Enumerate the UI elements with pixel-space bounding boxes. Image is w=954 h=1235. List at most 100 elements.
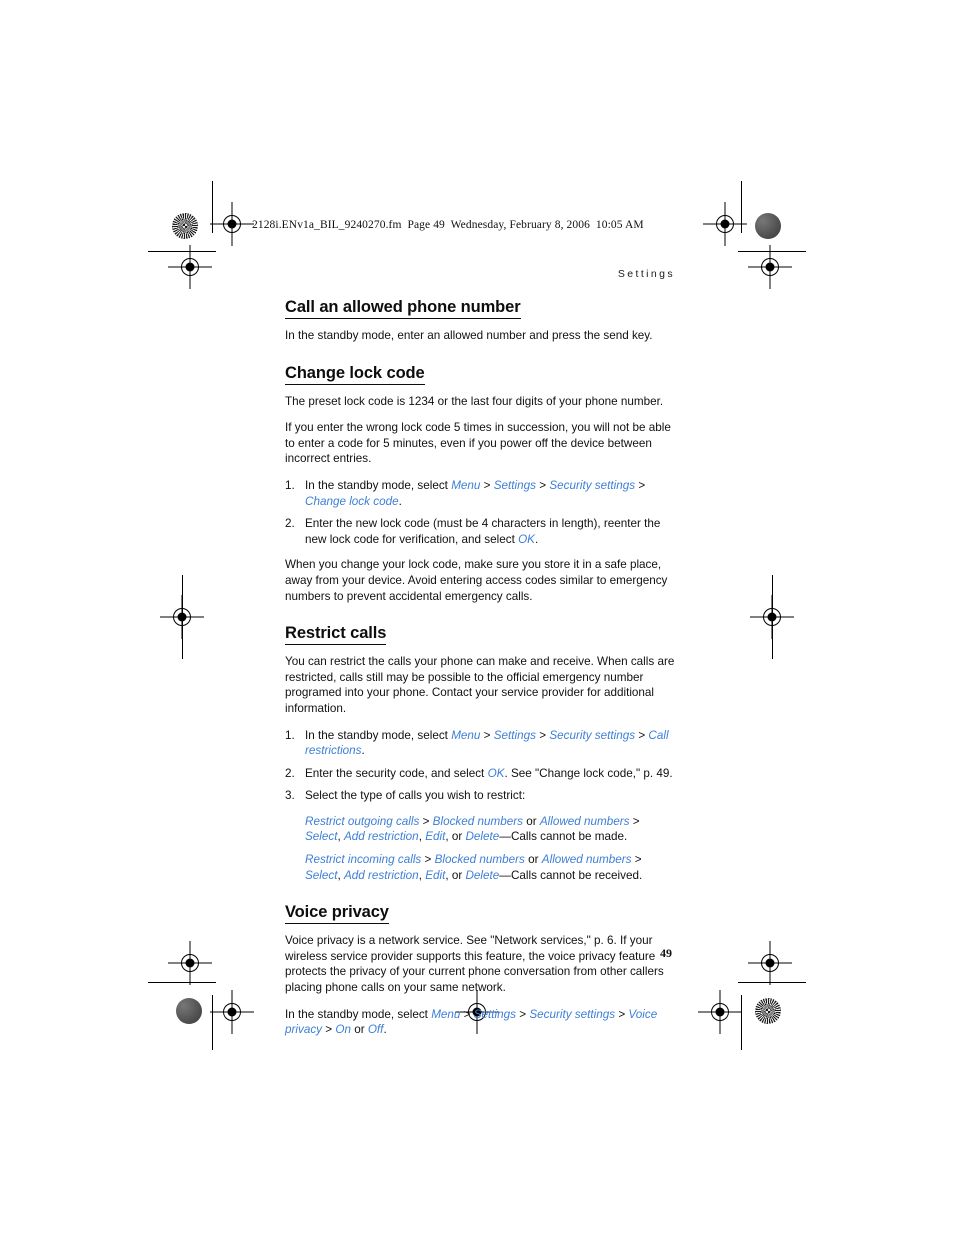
steps-restrict-calls: In the standby mode, select Menu > Setti… [285,728,675,804]
menu-path-select: Select [305,868,338,882]
path-separator: > [480,478,494,492]
heading-text: Change lock code [285,363,425,385]
menu-path-edit: Edit [425,830,446,844]
steps-change-lock-code: In the standby mode, select Menu > Setti… [285,478,675,547]
menu-path-settings: Settings [493,478,536,492]
paragraph-voice-privacy-path: In the standby mode, select Menu > Setti… [285,1007,675,1038]
file-slug-line: 2128i.ENv1a_BIL_9240270.fm Page 49 Wedne… [252,219,644,231]
menu-path-on: On [335,1023,351,1037]
paragraph-lock-code-safety: When you change your lock code, make sur… [285,558,668,603]
menu-path-security-settings: Security settings [549,728,636,742]
menu-path-ok: OK [487,766,505,780]
step-item: In the standby mode, select Menu > Setti… [285,478,675,509]
page-content: Settings Call an allowed phone number In… [285,268,675,1049]
paragraph-voice-privacy-intro: Voice privacy is a network service. See … [285,934,664,995]
step-text-lead: Enter the new lock code (must be 4 chara… [305,517,661,546]
path-conjunction: , or [445,830,466,844]
paragraph-preset-lock-code: The preset lock code is 1234 or the last… [285,394,664,408]
path-separator: > [322,1023,336,1037]
menu-path-delete: Delete [465,830,500,844]
heading-call-an-allowed-phone-number: Call an allowed phone number [285,298,675,319]
path-separator: > [615,1007,629,1021]
step-text-lead: Select the type of calls you wish to res… [305,789,526,803]
registration-crosshair-top-right-inner [703,202,747,246]
path-separator: > [536,728,550,742]
menu-path-select: Select [305,830,338,844]
registration-crosshair-bottom-left-inner [210,990,254,1034]
path-separator: > [421,853,435,867]
period: . [361,744,365,758]
registration-crosshair-top-left-inner [210,202,254,246]
menu-path-settings: Settings [473,1007,516,1021]
registration-crosshair-bottom-left-outer [168,941,212,985]
menu-path-edit: Edit [425,868,446,882]
menu-path-allowed-numbers: Allowed numbers [541,853,632,867]
page-number: 49 [660,946,672,960]
registration-crosshair-top-left-outer [168,245,212,289]
crop-rule-vertical-mid-left [182,575,183,659]
path-conjunction: or [350,1023,368,1037]
text-lead: In the standby mode, select [285,1007,432,1021]
heading-change-lock-code: Change lock code [285,363,675,385]
restrict-outgoing-calls-path: Restrict outgoing calls > Blocked number… [285,814,675,845]
path-separator: > [516,1007,530,1021]
registration-crosshair-bottom-right-inner [698,990,742,1034]
period: . [398,494,402,508]
step-text-lead: In the standby mode, select [305,728,452,742]
path-separator: > [419,814,433,828]
registration-halftone-dot-top-left [172,213,198,239]
menu-path-allowed-numbers: Allowed numbers [539,814,630,828]
path-separator: > [631,853,642,867]
path-separator: > [480,728,494,742]
path-separator: > [460,1007,474,1021]
registration-crosshair-top-right-outer [748,245,792,289]
step-item: Enter the security code, and select OK. … [285,766,675,782]
menu-path-menu: Menu [451,728,481,742]
step-item: Enter the new lock code (must be 4 chara… [285,516,675,547]
step-text-lead: Enter the security code, and select [305,766,488,780]
menu-path-menu: Menu [431,1007,461,1021]
restrict-incoming-calls-path: Restrict incoming calls > Blocked number… [285,852,675,883]
step-text-lead: In the standby mode, select [305,478,452,492]
path-conjunction: , or [445,868,466,882]
path-separator: > [635,478,646,492]
menu-path-add-restriction: Add restriction [343,868,419,882]
heading-text: Voice privacy [285,903,389,925]
heading-restrict-calls: Restrict calls [285,624,675,646]
menu-path-restrict-outgoing-calls: Restrict outgoing calls [305,814,420,828]
menu-path-security-settings: Security settings [549,478,636,492]
path-separator: > [635,728,649,742]
paragraph-restrict-calls-intro: You can restrict the calls your phone ca… [285,655,675,715]
menu-path-menu: Menu [451,478,481,492]
registration-crosshair-bottom-right-outer [748,941,792,985]
registration-solid-dot-top-right [755,213,781,239]
menu-path-blocked-numbers: Blocked numbers [432,814,523,828]
heading-text: Restrict calls [285,624,386,646]
registration-halftone-dot-bottom-right [755,998,781,1024]
period: . [534,532,539,546]
running-head-settings: Settings [617,268,675,280]
heading-text: Call an allowed phone number [285,298,521,319]
step-item: Select the type of calls you wish to res… [285,788,675,804]
heading-voice-privacy: Voice privacy [285,903,675,925]
paragraph-wrong-lock-code-warning: If you enter the wrong lock code 5 times… [285,421,671,466]
menu-path-security-settings: Security settings [529,1007,616,1021]
menu-path-delete: Delete [465,868,500,882]
step-item: In the standby mode, select Menu > Setti… [285,728,675,759]
step-text-tail: . See "Change lock code," p. 49. [504,766,673,780]
period: . [383,1023,387,1037]
menu-path-change-lock-code: Change lock code [305,494,399,508]
path-separator: > [629,814,640,828]
menu-path-off: Off [367,1023,384,1037]
path-description: —Calls cannot be received. [499,868,643,882]
menu-path-restrict-incoming-calls: Restrict incoming calls [305,853,422,867]
path-conjunction: or [524,853,542,867]
path-description: —Calls cannot be made. [499,830,628,844]
menu-path-ok: OK [518,532,535,546]
crop-rule-vertical-mid-right [772,575,773,659]
menu-path-add-restriction: Add restriction [343,830,419,844]
path-conjunction: or [522,814,540,828]
registration-solid-dot-bottom-left [176,998,202,1024]
menu-path-settings: Settings [493,728,536,742]
paragraph-call-allowed-number: In the standby mode, enter an allowed nu… [285,329,653,342]
